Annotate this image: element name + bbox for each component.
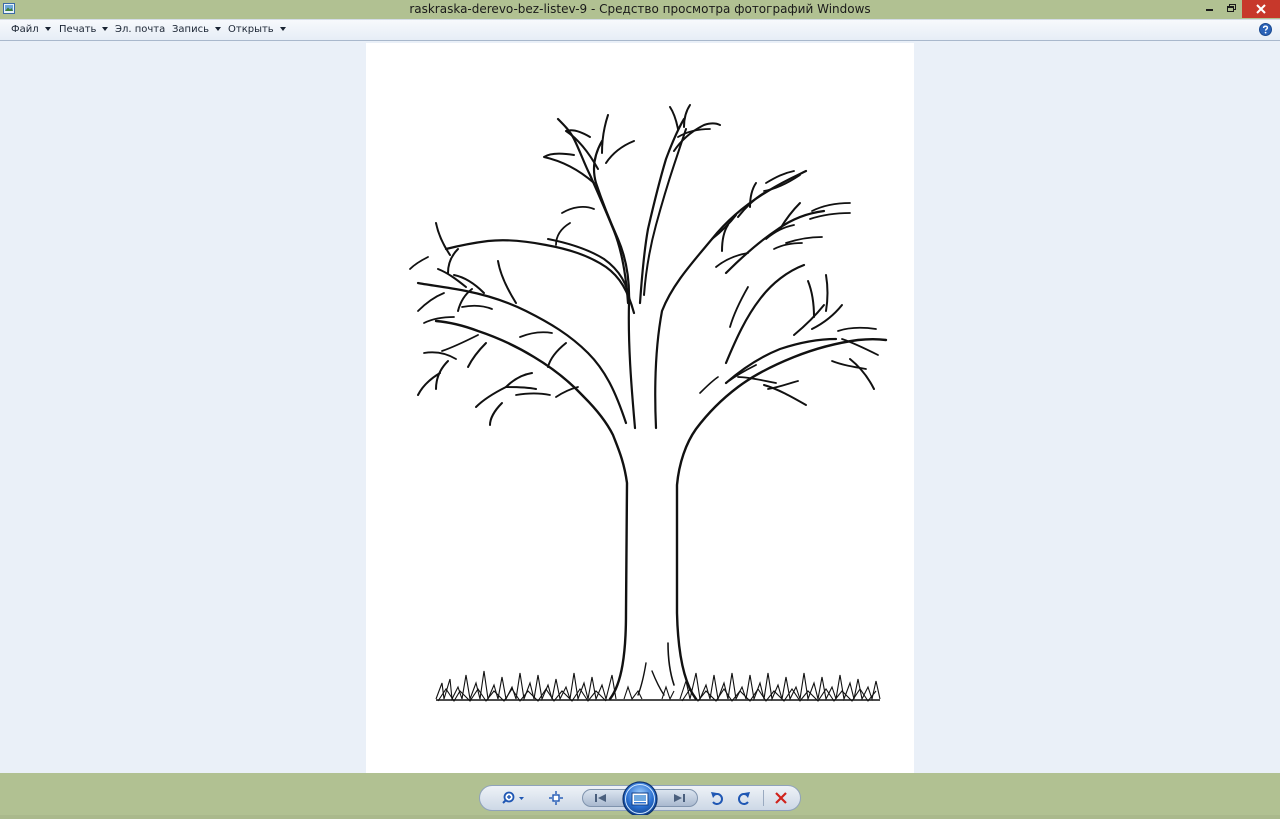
previous-icon[interactable] bbox=[592, 792, 610, 804]
menu-burn-label: Запись bbox=[172, 24, 209, 35]
chevron-down-icon bbox=[44, 27, 51, 31]
menu-bar: Файл Печать Эл. почта Запись Открыть bbox=[0, 19, 1280, 41]
menu-print-label: Печать bbox=[59, 24, 97, 35]
menu-open[interactable]: Открыть bbox=[228, 20, 286, 40]
menu-print[interactable]: Печать bbox=[59, 20, 109, 40]
bottom-edge bbox=[0, 815, 1280, 819]
image-viewport[interactable] bbox=[0, 41, 1280, 773]
menu-email-label: Эл. почта bbox=[115, 24, 166, 35]
delete-icon[interactable] bbox=[773, 791, 789, 805]
zoom-icon[interactable] bbox=[502, 790, 528, 806]
rotate-counterclockwise-icon[interactable] bbox=[709, 790, 725, 806]
chevron-down-icon bbox=[279, 27, 286, 31]
restore-icon bbox=[1227, 4, 1236, 12]
restore-button[interactable] bbox=[1221, 0, 1243, 18]
window-title: raskraska-derevo-bez-listev-9 - Средство… bbox=[409, 2, 871, 16]
close-icon bbox=[1256, 4, 1266, 14]
close-button[interactable] bbox=[1242, 0, 1280, 18]
menu-email[interactable]: Эл. почта bbox=[115, 20, 165, 40]
chevron-down-icon bbox=[214, 27, 221, 31]
menu-burn[interactable]: Запись bbox=[172, 20, 221, 40]
minimize-button[interactable] bbox=[1199, 0, 1221, 18]
next-icon[interactable] bbox=[670, 792, 688, 804]
slideshow-icon[interactable] bbox=[622, 781, 658, 817]
title-bar[interactable]: raskraska-derevo-bez-listev-9 - Средство… bbox=[0, 0, 1280, 19]
help-icon[interactable] bbox=[1259, 23, 1272, 36]
fit-window-icon[interactable] bbox=[548, 790, 564, 806]
menu-open-label: Открыть bbox=[228, 24, 274, 35]
toolbar-separator bbox=[763, 790, 764, 806]
chevron-down-icon bbox=[102, 27, 109, 31]
displayed-image bbox=[366, 43, 914, 773]
bare-tree-drawing bbox=[409, 104, 888, 703]
menu-file[interactable]: Файл bbox=[11, 20, 51, 40]
photo-viewer-window: raskraska-derevo-bez-listev-9 - Средство… bbox=[0, 0, 1280, 819]
menu-file-label: Файл bbox=[11, 24, 39, 35]
minimize-icon bbox=[1206, 9, 1213, 11]
rotate-clockwise-icon[interactable] bbox=[736, 790, 752, 806]
